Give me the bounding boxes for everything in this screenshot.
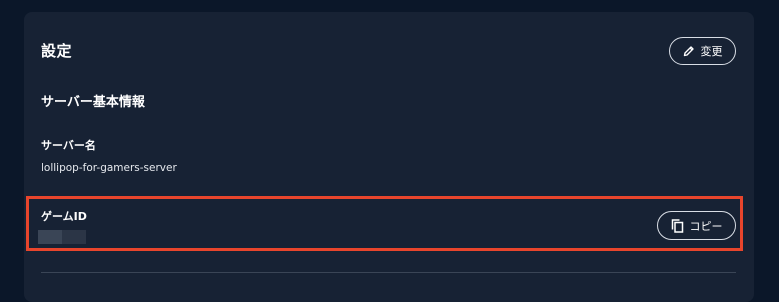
game-id-masked-value	[38, 230, 86, 244]
divider	[41, 272, 736, 273]
settings-card	[24, 12, 754, 302]
server-name-value: lollipop-for-gamers-server	[41, 162, 177, 174]
copy-button-label: コピー	[689, 220, 723, 233]
card-title: 設定	[41, 42, 73, 60]
copy-icon	[671, 218, 684, 233]
server-name-label: サーバー名	[41, 139, 96, 152]
section-heading: サーバー基本情報	[41, 95, 145, 110]
copy-button[interactable]: コピー	[657, 211, 736, 240]
pencil-icon	[683, 45, 695, 57]
edit-button[interactable]: 変更	[669, 37, 736, 65]
highlight-annotation	[26, 196, 743, 251]
game-id-label: ゲームID	[41, 210, 87, 223]
edit-button-label: 変更	[700, 46, 723, 58]
